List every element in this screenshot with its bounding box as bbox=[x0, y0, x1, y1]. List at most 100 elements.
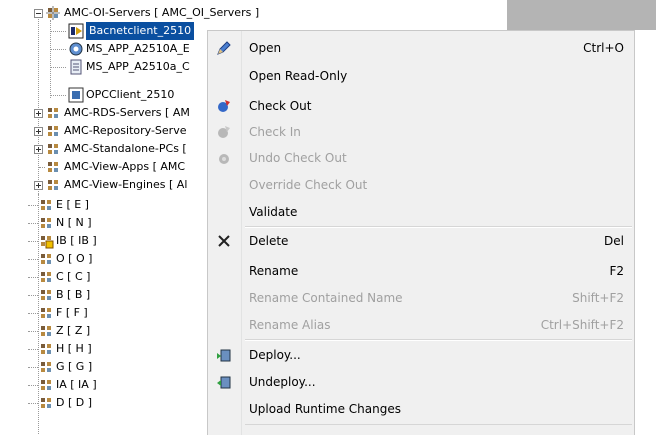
tree-node-ms-app-e[interactable]: MS_APP_A2510A_E bbox=[0, 40, 210, 58]
tree-node-label: C [ C ] bbox=[56, 270, 91, 283]
menu-item-label: Override Check Out bbox=[249, 178, 368, 192]
tree-node-amc-repository-servers[interactable]: AMC-Repository-Serve bbox=[0, 122, 210, 140]
tree-node-ia[interactable]: IA [ IA ] bbox=[0, 376, 200, 394]
tree-node-label: AMC-Repository-Serve bbox=[64, 124, 187, 137]
menu-item-label: Open Read-Only bbox=[249, 69, 348, 83]
group-icon bbox=[45, 141, 61, 157]
tree-node-z[interactable]: Z [ Z ] bbox=[0, 322, 200, 340]
expand-toggle[interactable] bbox=[34, 109, 43, 118]
deploy-icon bbox=[216, 347, 232, 363]
expand-toggle[interactable] bbox=[34, 127, 43, 136]
menu-item-upload-runtime-changes[interactable]: Upload Runtime Changes bbox=[208, 398, 634, 420]
document-icon bbox=[68, 59, 84, 75]
menu-item-deploy[interactable]: Deploy... bbox=[208, 344, 634, 366]
menu-item-label: Rename Contained Name bbox=[249, 291, 403, 305]
tree-node-h[interactable]: H [ H ] bbox=[0, 340, 200, 358]
tree-node-amc-oi-servers[interactable]: AMC-OI-Servers [ AMC_OI_Servers ] bbox=[0, 4, 500, 22]
tree-line bbox=[28, 205, 38, 207]
undo-check-out-icon bbox=[216, 150, 232, 166]
tree-node-label: G [ G ] bbox=[56, 360, 93, 373]
group-icon bbox=[45, 177, 61, 193]
tree-line bbox=[28, 385, 38, 387]
menu-item-shortcut: Shift+F2 bbox=[572, 291, 624, 305]
collapse-toggle[interactable] bbox=[34, 9, 43, 18]
menu-item-label: Delete bbox=[249, 234, 289, 248]
expand-toggle[interactable] bbox=[34, 181, 43, 190]
tree-node-amc-view-engines[interactable]: AMC-View-Engines [ Al bbox=[0, 176, 210, 194]
tree-line bbox=[28, 259, 38, 261]
menu-item-open[interactable]: Open Ctrl+O bbox=[208, 37, 634, 59]
tree-node-amc-rds-servers[interactable]: AMC-RDS-Servers [ AM bbox=[0, 104, 210, 122]
tree-node-b[interactable]: B [ B ] bbox=[0, 286, 200, 304]
tree-node-g[interactable]: G [ G ] bbox=[0, 358, 200, 376]
menu-item-delete[interactable]: Delete Del bbox=[208, 230, 634, 252]
menu-item-undo-check-out: Undo Check Out bbox=[208, 147, 634, 169]
menu-item-open-read-only[interactable]: Open Read-Only bbox=[208, 65, 634, 87]
menu-item-check-out[interactable]: Check Out bbox=[208, 95, 634, 117]
tree-node-label: H [ H ] bbox=[56, 342, 92, 355]
delete-x-icon bbox=[216, 233, 232, 249]
pencil-icon bbox=[216, 40, 232, 56]
tree-node-e[interactable]: E [ E ] bbox=[0, 196, 200, 214]
tree-line bbox=[28, 295, 38, 297]
tree-line bbox=[28, 367, 38, 369]
context-menu: Open Ctrl+O Open Read-Only Check Out Che… bbox=[207, 30, 635, 435]
tree-node-n[interactable]: N [ N ] bbox=[0, 214, 200, 232]
group-icon bbox=[38, 377, 54, 393]
menu-item-label: Deploy... bbox=[249, 348, 301, 362]
group-icon bbox=[45, 159, 61, 175]
menu-item-shortcut: Del bbox=[604, 234, 624, 248]
menu-item-shortcut: Ctrl+Shift+F2 bbox=[540, 318, 624, 332]
tree-node-label: AMC-OI-Servers [ AMC_OI_Servers ] bbox=[64, 6, 260, 19]
tree-node-label: MS_APP_A2510A_E bbox=[86, 42, 190, 55]
background-panel bbox=[507, 0, 656, 30]
tree-node-o[interactable]: O [ O ] bbox=[0, 250, 200, 268]
group-icon bbox=[38, 359, 54, 375]
menu-item-rename-alias: Rename Alias Ctrl+Shift+F2 bbox=[208, 314, 634, 336]
tree-line bbox=[28, 277, 38, 279]
menu-item-rename-contained-name: Rename Contained Name Shift+F2 bbox=[208, 287, 634, 309]
group-icon bbox=[38, 323, 54, 339]
tree-node-ib[interactable]: IB [ IB ] bbox=[0, 232, 200, 250]
group-icon bbox=[38, 269, 54, 285]
tree-node-ms-app-c[interactable]: MS_APP_A2510a_C bbox=[0, 58, 210, 76]
tree-node-label: IA [ IA ] bbox=[56, 378, 97, 391]
menu-item-validate[interactable]: Validate bbox=[208, 201, 634, 223]
menu-item-override-check-out: Override Check Out bbox=[208, 174, 634, 196]
undeploy-icon bbox=[216, 374, 232, 390]
tree-node-label: N [ N ] bbox=[56, 216, 92, 229]
group-icon bbox=[38, 305, 54, 321]
tree-node-label: AMC-View-Apps [ AMC bbox=[64, 160, 186, 173]
tree-node-amc-standalone-pcs[interactable]: AMC-Standalone-PCs [ bbox=[0, 140, 210, 158]
tree-node-label: B [ B ] bbox=[56, 288, 91, 301]
tree-line bbox=[51, 49, 66, 51]
menu-item-shortcut: F2 bbox=[609, 264, 624, 278]
tree-line bbox=[28, 241, 38, 243]
tree-node-label: D [ D ] bbox=[56, 396, 93, 409]
tree-node-label: Bacnetclient_2510 bbox=[86, 22, 195, 40]
menu-item-label: Check Out bbox=[249, 99, 312, 113]
tree-node-amc-view-apps[interactable]: AMC-View-Apps [ AMC bbox=[0, 158, 210, 176]
menu-item-rename[interactable]: Rename F2 bbox=[208, 260, 634, 282]
menu-item-shortcut: Ctrl+O bbox=[583, 41, 624, 55]
group-icon bbox=[45, 123, 61, 139]
tree-node-f[interactable]: F [ F ] bbox=[0, 304, 200, 322]
menu-item-label: Undo Check Out bbox=[249, 151, 347, 165]
tree-line bbox=[51, 95, 66, 97]
tree-node-label: AMC-Standalone-PCs [ bbox=[64, 142, 187, 155]
menu-item-check-in: Check In bbox=[208, 121, 634, 143]
tree-node-opcclient[interactable]: OPCClient_2510 bbox=[0, 86, 210, 104]
menu-item-label: Rename Alias bbox=[249, 318, 331, 332]
expand-toggle[interactable] bbox=[34, 145, 43, 154]
tree-node-d[interactable]: D [ D ] bbox=[0, 394, 200, 412]
tree-node-c[interactable]: C [ C ] bbox=[0, 268, 200, 286]
tree-node-label: E [ E ] bbox=[56, 198, 89, 211]
tree-node-label: Z [ Z ] bbox=[56, 324, 91, 337]
group-icon bbox=[38, 215, 54, 231]
group-icon bbox=[38, 251, 54, 267]
menu-separator bbox=[245, 424, 632, 425]
menu-item-undeploy[interactable]: Undeploy... bbox=[208, 371, 634, 393]
menu-item-label: Rename bbox=[249, 264, 299, 278]
menu-item-label: Upload Runtime Changes bbox=[249, 402, 401, 416]
group-icon bbox=[38, 395, 54, 411]
